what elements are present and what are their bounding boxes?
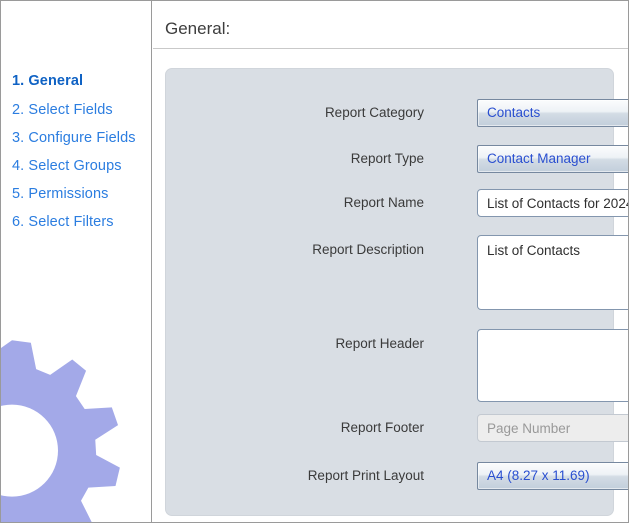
general-settings-panel: Report Category Contacts Report Type Con… xyxy=(166,69,628,515)
report-type-label: Report Type xyxy=(350,151,424,166)
report-print-layout-dropdown[interactable]: A4 (8.27 x 11.69) xyxy=(477,462,628,490)
report-header-label: Report Header xyxy=(335,336,424,351)
report-print-layout-label: Report Print Layout xyxy=(307,468,424,483)
sidebar-item-configure-fields[interactable]: 3. Configure Fields xyxy=(12,130,136,146)
report-category-label: Report Category xyxy=(324,105,424,120)
report-name-input[interactable] xyxy=(477,189,628,217)
report-footer-label: Report Footer xyxy=(340,420,424,435)
header-divider xyxy=(153,48,628,49)
sidebar-item-select-fields[interactable]: 2. Select Fields xyxy=(12,102,113,118)
report-name-label: Report Name xyxy=(343,195,424,210)
sidebar-item-permissions[interactable]: 5. Permissions xyxy=(12,186,109,202)
gear-icon xyxy=(1,340,120,522)
report-description-label: Report Description xyxy=(312,242,424,257)
sidebar-item-select-groups[interactable]: 4. Select Groups xyxy=(12,158,122,174)
report-category-dropdown[interactable]: Contacts xyxy=(477,99,628,127)
report-wizard-window: 1. General 2. Select Fields 3. Configure… xyxy=(0,0,629,523)
wizard-step-sidebar: 1. General 2. Select Fields 3. Configure… xyxy=(1,1,151,522)
page-title: General: xyxy=(165,19,231,38)
report-description-textarea[interactable] xyxy=(477,235,628,310)
sidebar-item-select-filters[interactable]: 6. Select Filters xyxy=(12,214,114,230)
report-footer-input[interactable] xyxy=(477,414,628,442)
report-print-layout-value: A4 (8.27 x 11.69) xyxy=(487,468,590,483)
report-header-textarea[interactable] xyxy=(477,329,628,402)
report-type-value: Contact Manager xyxy=(487,151,591,166)
sidebar-item-general[interactable]: 1. General xyxy=(12,73,83,89)
sidebar-divider xyxy=(151,1,152,522)
report-type-dropdown[interactable]: Contact Manager xyxy=(477,145,628,173)
report-category-value: Contacts xyxy=(487,105,541,120)
